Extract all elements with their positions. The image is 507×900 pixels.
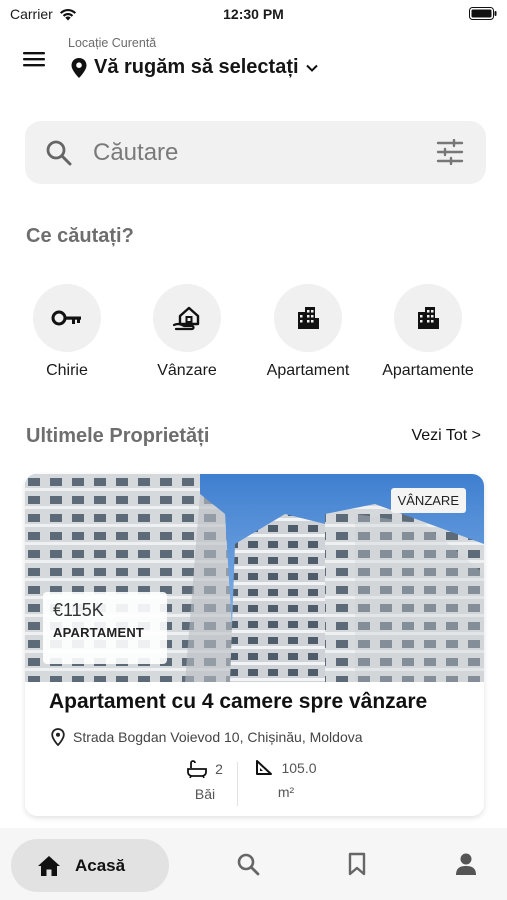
category-apartments[interactable]: Apartamente [363, 284, 493, 380]
property-card[interactable]: VÂNZARE €115K APARTAMENT Apartament cu 4… [25, 474, 484, 816]
area-ruler-icon [256, 760, 273, 775]
location-pin-outline-icon [51, 728, 65, 746]
spec-divider [237, 762, 238, 806]
bottom-navigation: Acasă [0, 828, 507, 900]
address-text: Strada Bogdan Voievod 10, Chișinău, Mold… [73, 729, 363, 745]
location-caption: Locație Curentă [68, 36, 157, 50]
property-address: Strada Bogdan Voievod 10, Chișinău, Mold… [51, 728, 363, 746]
latest-properties-heading: Ultimele Proprietăți [26, 425, 210, 447]
status-time: 12:30 PM [223, 6, 284, 22]
search-icon [46, 140, 72, 166]
category-sale[interactable]: Vânzare [122, 284, 252, 380]
nav-home-label: Acasă [75, 855, 126, 875]
property-price: €115K [53, 600, 104, 620]
baths-spec: 2 Băi [175, 760, 235, 802]
category-list: Chirie Vânzare Apartament Apartamente [0, 284, 507, 384]
app-header: Locație Curentă Vă rugăm să selectați [0, 30, 507, 92]
see-all-link[interactable]: Vezi Tot > [411, 427, 481, 445]
baths-label: Băi [194, 786, 216, 802]
category-label: Apartamente [382, 362, 474, 379]
location-pin-icon [71, 57, 87, 78]
price-box: €115K APARTAMENT [43, 592, 167, 664]
listing-type-badge: VÂNZARE [390, 488, 466, 513]
category-label: Vânzare [157, 362, 217, 379]
baths-value: 2 [215, 761, 223, 777]
categories-heading: Ce căutați? [26, 225, 134, 247]
filter-sliders-icon[interactable] [436, 139, 464, 165]
search-input[interactable] [93, 133, 413, 173]
bookmark-icon[interactable] [347, 852, 367, 876]
search-bar[interactable] [25, 121, 486, 184]
category-rent[interactable]: Chirie [2, 284, 132, 380]
status-bar: Carrier 12:30 PM [0, 0, 507, 28]
category-icon-circle [274, 284, 342, 352]
location-selector[interactable]: Vă rugăm să selectați [70, 56, 319, 79]
building-icon [418, 307, 439, 329]
category-label: Apartament [266, 362, 350, 379]
search-icon[interactable] [236, 852, 260, 876]
key-icon [51, 310, 81, 326]
category-icon-circle [153, 284, 221, 352]
category-icon-circle [394, 284, 462, 352]
house-hand-icon [172, 306, 200, 331]
property-type: APARTAMENT [53, 625, 145, 640]
bathtub-icon [187, 760, 207, 778]
location-value: Vă rugăm să selectați [94, 56, 299, 78]
chevron-down-icon [305, 64, 318, 72]
area-label: m² [277, 784, 295, 800]
profile-icon[interactable] [455, 852, 477, 876]
area-value: 105.0 [281, 760, 317, 776]
battery-icon [469, 7, 497, 20]
hamburger-menu-icon[interactable] [22, 48, 48, 70]
category-icon-circle [33, 284, 101, 352]
category-label: Chirie [46, 362, 88, 379]
building-icon [298, 307, 319, 329]
category-apartment[interactable]: Apartament [243, 284, 373, 380]
nav-home-tab[interactable]: Acasă [11, 839, 169, 892]
home-icon [38, 855, 60, 876]
property-title: Apartament cu 4 camere spre vânzare [49, 690, 428, 713]
area-spec: 105.0 m² [251, 760, 321, 800]
